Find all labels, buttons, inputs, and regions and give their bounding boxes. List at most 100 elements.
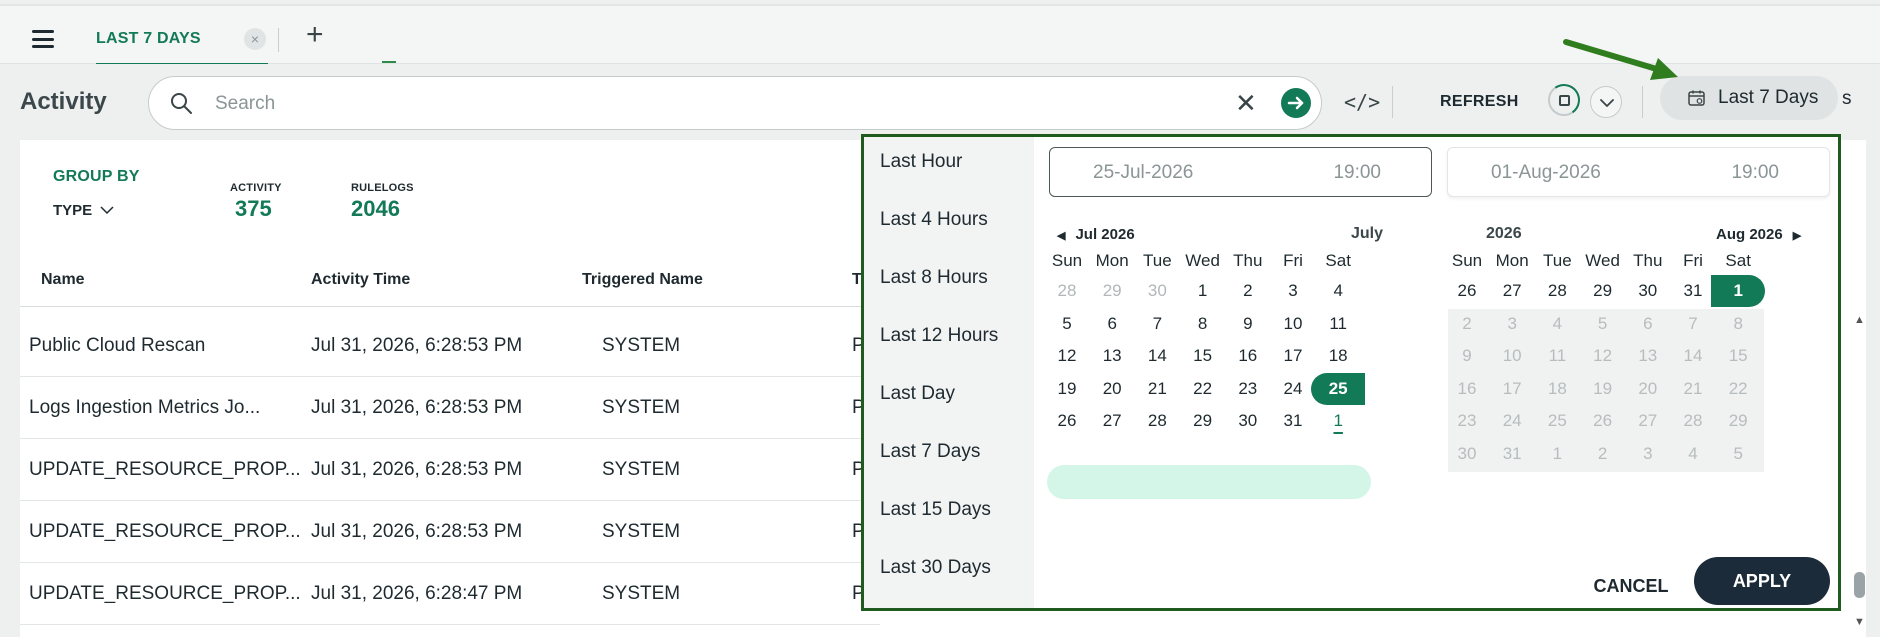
cell-name: UPDATE_RESOURCE_PROP... [29, 583, 301, 604]
calendar-day-next-month[interactable]: 1 [1311, 405, 1365, 437]
calendar-icon [1688, 90, 1705, 106]
column-header-activity-time[interactable]: Activity Time [311, 271, 410, 289]
calendar-day[interactable]: 4 [1311, 275, 1365, 307]
table-row[interactable]: Logs Ingestion Metrics Jo... Jul 31, 202… [20, 377, 880, 439]
group-by-label: GROUP BY [53, 168, 140, 185]
header-divider [20, 306, 880, 307]
selected-range-band [1047, 465, 1371, 499]
tab-marker [382, 61, 396, 63]
table-row[interactable]: UPDATE_RESOURCE_PROP... Jul 31, 2026, 6:… [20, 439, 880, 501]
preset-last-15-days[interactable]: Last 15 Days [880, 499, 991, 521]
date-range-label: Last 7 Days [1718, 87, 1819, 108]
prev-month-button[interactable]: ◀ Jul 2026 [1057, 226, 1135, 243]
end-date: 01-Aug-2026 [1491, 162, 1601, 183]
preset-last-4-hours[interactable]: Last 4 Hours [880, 209, 988, 231]
preset-last-day[interactable]: Last Day [880, 383, 955, 405]
cell-activity-time: Jul 31, 2026, 6:28:53 PM [311, 459, 523, 480]
cell-name: UPDATE_RESOURCE_PROP... [29, 459, 301, 480]
cell-activity-time: Jul 31, 2026, 6:28:53 PM [311, 335, 523, 356]
annotation-arrow-icon [1563, 39, 1678, 80]
cell-activity-time: Jul 31, 2026, 6:28:53 PM [311, 521, 523, 542]
cell-name: Public Cloud Rescan [29, 335, 206, 356]
preset-last-7-days[interactable]: Last 7 Days [880, 441, 980, 463]
preset-last-hour[interactable]: Last Hour [880, 151, 962, 173]
table-row[interactable]: Public Cloud Rescan Jul 31, 2026, 6:28:5… [20, 315, 880, 377]
calendar-day-selected-end[interactable]: 1 [1711, 275, 1766, 307]
menu-icon[interactable] [32, 30, 54, 48]
truncated-text: s [1842, 88, 1852, 109]
date-range-popup: Last Hour Last 4 Hours Last 8 Hours Last… [861, 134, 1841, 611]
column-header-name[interactable]: Name [41, 271, 85, 289]
group-by-type-dropdown[interactable]: TYPE [53, 202, 114, 219]
table-row[interactable]: UPDATE_RESOURCE_PROP... Jul 31, 2026, 6:… [20, 501, 880, 563]
cell-name: UPDATE_RESOURCE_PROP... [29, 521, 301, 542]
calendar-day[interactable]: 18 [1311, 340, 1365, 372]
calendar-day: 29 [1728, 411, 1748, 431]
left-month-nav-label: Jul 2026 [1075, 226, 1135, 243]
refresh-interval-dropdown[interactable] [1590, 86, 1622, 118]
calendar-day: 8 [1733, 313, 1743, 333]
tab-close-icon[interactable]: × [244, 28, 266, 50]
stop-icon [1559, 95, 1570, 106]
arrow-right-icon [1287, 96, 1304, 110]
preset-last-12-hours[interactable]: Last 12 Hours [880, 325, 998, 347]
tab-last-7-days[interactable]: LAST 7 DAYS × [96, 14, 268, 66]
search-input[interactable] [215, 91, 1215, 117]
vertical-scrollbar[interactable]: ▲ ▼ [1852, 310, 1866, 637]
cell-triggered-name: SYSTEM [602, 459, 681, 480]
clear-search-icon[interactable]: ✕ [1235, 90, 1257, 116]
table-row[interactable]: UPDATE_RESOURCE_PROP... Jul 31, 2026, 6:… [20, 563, 880, 625]
left-month-label: July [1351, 225, 1384, 242]
scroll-down-icon[interactable]: ▼ [1854, 616, 1865, 628]
column-header-triggered-name[interactable]: Triggered Name [582, 271, 703, 289]
cancel-button[interactable]: CANCEL [1576, 563, 1686, 609]
scroll-up-icon[interactable]: ▲ [1854, 314, 1865, 326]
search-icon [171, 93, 192, 114]
cell-triggered-name: SYSTEM [602, 521, 681, 542]
caret-left-icon: ◀ [1057, 230, 1066, 242]
right-month-nav-label: Aug 2026 [1716, 226, 1783, 243]
start-time: 19:00 [1333, 162, 1381, 183]
preset-last-30-days[interactable]: Last 30 Days [880, 557, 991, 579]
calendar-day: 22 [1728, 378, 1748, 398]
search-submit-button[interactable] [1281, 88, 1311, 118]
scrollbar-thumb[interactable] [1854, 572, 1865, 598]
next-month-button[interactable]: Aug 2026 ▶ [1716, 226, 1801, 243]
calendar-day-selected-start[interactable]: 25 [1311, 372, 1366, 405]
chevron-down-icon [1600, 99, 1614, 107]
activity-stat-label: ACTIVITY [230, 182, 282, 194]
rulelogs-stat-label: RULELOGS [351, 182, 414, 194]
cell-triggered-name: SYSTEM [602, 335, 681, 356]
refresh-button[interactable]: REFRESH [1440, 93, 1519, 111]
activity-count[interactable]: 375 [235, 196, 272, 222]
cell-activity-time: Jul 31, 2026, 6:28:47 PM [311, 583, 523, 604]
preset-list: Last Hour Last 4 Hours Last 8 Hours Last… [864, 137, 1034, 608]
apply-button[interactable]: APPLY [1694, 557, 1830, 605]
add-tab-icon[interactable]: + [306, 20, 324, 50]
weekday-header: Sat [1325, 251, 1351, 270]
calendar-day[interactable]: 11 [1311, 308, 1365, 340]
cell-triggered-name: SYSTEM [602, 583, 681, 604]
right-year-label: 2026 [1486, 225, 1522, 242]
start-date: 25-Jul-2026 [1093, 162, 1194, 183]
rulelogs-count[interactable]: 2046 [351, 196, 400, 222]
tab-divider [278, 28, 279, 52]
page-title: Activity [20, 88, 107, 115]
calendar-day: 15 [1728, 346, 1748, 366]
end-time: 19:00 [1731, 162, 1779, 183]
type-label: TYPE [53, 202, 93, 219]
end-date-field[interactable]: 01-Aug-2026 19:00 [1447, 147, 1830, 197]
preset-last-8-hours[interactable]: Last 8 Hours [880, 267, 988, 289]
search-box[interactable]: ✕ [148, 76, 1322, 130]
cell-triggered-name: SYSTEM [602, 397, 681, 418]
tab-label: LAST 7 DAYS [96, 30, 201, 47]
code-view-icon[interactable]: </> [1344, 90, 1380, 114]
calendar-day: 5 [1733, 444, 1743, 463]
auto-refresh-toggle[interactable] [1545, 81, 1583, 119]
toolbar-divider [1392, 86, 1393, 118]
toolbar-divider [1642, 86, 1643, 118]
start-date-field[interactable]: 25-Jul-2026 19:00 [1049, 147, 1432, 197]
caret-right-icon: ▶ [1792, 230, 1802, 242]
weekday-header: Sat [1725, 251, 1751, 270]
cell-activity-time: Jul 31, 2026, 6:28:53 PM [311, 397, 523, 418]
